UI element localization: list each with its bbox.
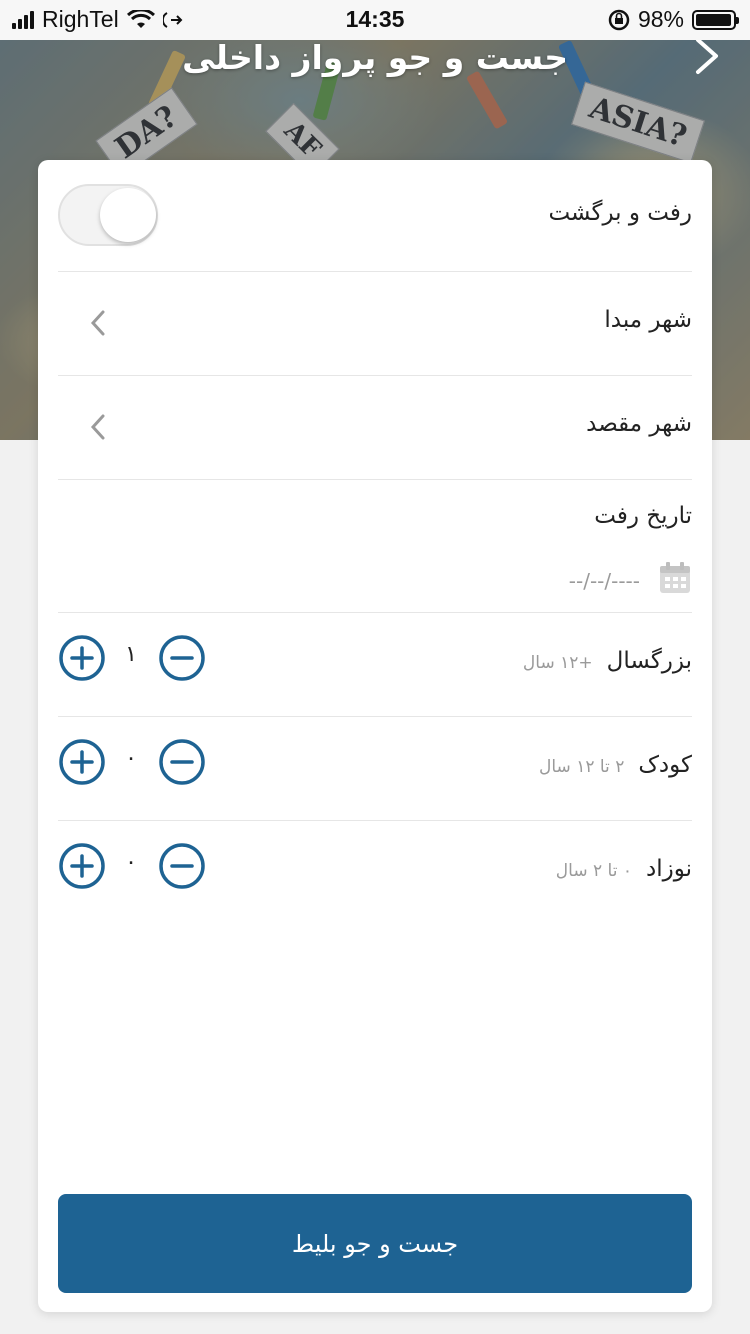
passenger-age-range: ۰ تا ۲ سال [555,861,632,881]
passenger-age-range: +۱۲ سال [522,653,593,673]
passenger-count: ۰ [125,746,137,771]
passenger-label: نوزاد ۰ تا ۲ سال [556,856,692,882]
chevron-right-icon[interactable] [684,34,728,78]
plus-circle-icon[interactable] [58,738,106,786]
chevron-left-icon [90,414,105,440]
destination-city-row[interactable]: شهر مقصد [58,375,692,480]
calendar-icon [660,562,690,593]
departure-date-row[interactable]: تاریخ رفت --/--/---- [58,479,692,613]
origin-city-label: شهر مبدا [604,307,692,333]
plus-circle-icon[interactable] [58,842,106,890]
passenger-type: بزرگسال [606,648,692,674]
minus-circle-icon[interactable] [158,738,206,786]
battery-icon [692,9,739,30]
departure-date-label: تاریخ رفت [594,503,692,529]
passenger-row-adult: بزرگسال +۱۲ سال ۱ [58,612,692,717]
chevron-left-icon [90,310,105,336]
minus-circle-icon[interactable] [158,842,206,890]
origin-city-row[interactable]: شهر مبدا [58,271,692,376]
passenger-label: بزرگسال +۱۲ سال [523,648,692,674]
search-tickets-button[interactable]: جست و جو بلیط [58,1194,692,1293]
passenger-row-infant: نوزاد ۰ تا ۲ سال ۰ [58,820,692,924]
passenger-row-child: کودک ۲ تا ۱۲ سال ۰ [58,716,692,821]
status-bar: RighTel 14:35 98% [0,0,750,40]
plus-circle-icon[interactable] [58,634,106,682]
passenger-type: کودک [638,752,692,778]
round-trip-label: رفت و برگشت [548,200,692,226]
rotation-lock-icon [608,9,630,30]
round-trip-row: رفت و برگشت [58,160,692,272]
passenger-label: کودک ۲ تا ۱۲ سال [539,752,692,778]
passenger-count: ۰ [125,850,137,875]
status-right: 98% [608,6,739,33]
passenger-count: ۱ [125,642,137,667]
departure-date-value: --/--/---- [568,569,640,593]
round-trip-toggle[interactable] [58,184,158,246]
passenger-age-range: ۲ تا ۱۲ سال [539,757,625,777]
flight-search-card: رفت و برگشت شهر مبدا شهر مقصد تاریخ رفت … [38,160,712,1312]
page-title: جست و جو پرواز داخلی [182,38,568,77]
minus-circle-icon[interactable] [158,634,206,682]
battery-percent: 98% [637,6,684,32]
passenger-type: نوزاد [645,856,692,882]
destination-city-label: شهر مقصد [586,411,692,437]
